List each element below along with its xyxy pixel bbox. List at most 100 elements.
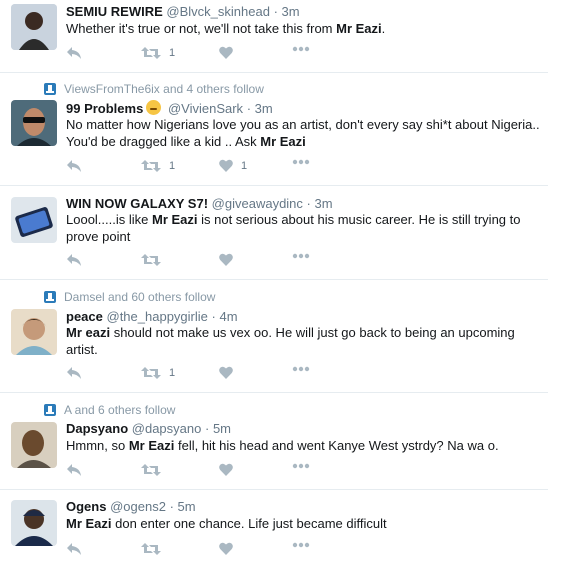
reply-icon bbox=[66, 253, 82, 267]
more-icon bbox=[292, 463, 310, 469]
tweet-header: Ogens @ogens2 · 5m bbox=[66, 499, 196, 514]
more-icon bbox=[292, 253, 310, 259]
timestamp[interactable]: 5m bbox=[213, 421, 231, 436]
sad-face-emoji-icon bbox=[146, 100, 162, 115]
timestamp[interactable]: 5m bbox=[178, 499, 196, 514]
reply-icon bbox=[66, 46, 82, 60]
handle[interactable]: @VivienSark bbox=[168, 101, 243, 116]
reply-icon bbox=[66, 366, 82, 380]
tweet-header: WIN NOW GALAXY S7! @giveawaydinc · 3m bbox=[66, 196, 333, 211]
timestamp[interactable]: 3m bbox=[282, 4, 300, 19]
retweet-button[interactable] bbox=[141, 463, 161, 477]
like-button[interactable] bbox=[219, 46, 233, 59]
retweet-button[interactable]: 1 bbox=[141, 46, 175, 60]
separator: · bbox=[306, 196, 311, 211]
tweet-text: No matter how Nigerians love you as an a… bbox=[66, 116, 546, 150]
follow-context[interactable]: ViewsFromThe6ix and 4 others follow bbox=[44, 82, 264, 96]
retweet-count: 1 bbox=[169, 47, 176, 59]
handle[interactable]: @giveawaydinc bbox=[212, 196, 303, 211]
handle[interactable]: @dapsyano bbox=[132, 421, 202, 436]
search-term-highlight: Mr Eazi bbox=[336, 21, 382, 36]
display-name[interactable]: Ogens bbox=[66, 499, 106, 514]
display-name[interactable]: 99 Problems bbox=[66, 101, 143, 116]
tweet-text: Hmmn, so Mr Eazi fell, hit his head and … bbox=[66, 437, 546, 454]
tweet-text: Mr Eazi don enter one chance. Life just … bbox=[66, 515, 546, 532]
avatar[interactable] bbox=[11, 100, 57, 146]
handle[interactable]: @Blvck_skinhead bbox=[166, 4, 270, 19]
avatar[interactable] bbox=[11, 500, 57, 546]
follow-context[interactable]: Damsel and 60 others follow bbox=[44, 290, 215, 304]
tweet-header: SEMIU REWIRE @Blvck_skinhead · 3m bbox=[66, 4, 300, 19]
retweet-icon bbox=[141, 542, 161, 556]
more-icon bbox=[292, 159, 310, 165]
tweet[interactable]: ViewsFromThe6ix and 4 others follow 99 P… bbox=[0, 72, 548, 186]
tweet[interactable]: Ogens @ogens2 · 5m Mr Eazi don enter one… bbox=[0, 489, 548, 564]
tweet-text-part: don enter one chance. Life just became d… bbox=[111, 516, 387, 531]
search-term-highlight: Mr eazi bbox=[66, 325, 111, 340]
like-button[interactable] bbox=[219, 542, 233, 555]
reply-button[interactable] bbox=[66, 542, 82, 556]
avatar[interactable] bbox=[11, 309, 57, 355]
timestamp[interactable]: 3m bbox=[315, 196, 333, 211]
tweet-header: Dapsyano @dapsyano · 5m bbox=[66, 421, 231, 436]
tweet[interactable]: A and 6 others follow Dapsyano @dapsyano… bbox=[0, 392, 548, 490]
more-button[interactable] bbox=[292, 46, 310, 52]
tweet-text-part: Loool.....is like bbox=[66, 212, 152, 227]
heart-icon bbox=[219, 253, 233, 266]
retweet-button[interactable]: 1 bbox=[141, 159, 175, 173]
more-icon bbox=[292, 542, 310, 548]
more-button[interactable] bbox=[292, 463, 310, 469]
like-button[interactable] bbox=[219, 253, 233, 266]
reply-button[interactable] bbox=[66, 46, 82, 60]
display-name[interactable]: SEMIU REWIRE bbox=[66, 4, 163, 19]
tweet-header: 99 Problems @VivienSark · 3m bbox=[66, 100, 273, 116]
reply-button[interactable] bbox=[66, 463, 82, 477]
reply-button[interactable] bbox=[66, 253, 82, 267]
separator: · bbox=[211, 309, 216, 324]
search-term-highlight: Mr Eazi bbox=[66, 516, 112, 531]
display-name[interactable]: WIN NOW GALAXY S7! bbox=[66, 196, 208, 211]
handle[interactable]: @ogens2 bbox=[110, 499, 166, 514]
avatar[interactable] bbox=[11, 422, 57, 468]
tweet[interactable]: SEMIU REWIRE @Blvck_skinhead · 3m Whethe… bbox=[0, 0, 548, 73]
timestamp[interactable]: 4m bbox=[219, 309, 237, 324]
avatar[interactable] bbox=[11, 4, 57, 50]
tweet-actions bbox=[66, 542, 326, 558]
search-term-highlight: Mr Eazi bbox=[152, 212, 198, 227]
like-button[interactable] bbox=[219, 463, 233, 476]
tweet-text-part: Hmmn, so bbox=[66, 438, 129, 453]
search-term-highlight: Mr Eazi bbox=[128, 438, 175, 453]
tweet[interactable]: WIN NOW GALAXY S7! @giveawaydinc · 3m Lo… bbox=[0, 185, 548, 280]
more-button[interactable] bbox=[292, 159, 310, 165]
retweet-icon bbox=[141, 366, 161, 380]
retweet-icon bbox=[141, 253, 161, 267]
timestamp[interactable]: 3m bbox=[255, 101, 273, 116]
avatar[interactable] bbox=[11, 197, 57, 243]
follow-context-text: ViewsFromThe6ix and 4 others follow bbox=[64, 82, 264, 96]
more-button[interactable] bbox=[292, 366, 310, 372]
tweet-text-part: Whether it's true or not, we'll not take… bbox=[66, 21, 337, 36]
follow-icon bbox=[44, 83, 56, 95]
retweet-icon bbox=[141, 159, 161, 173]
handle[interactable]: @the_happygirlie bbox=[107, 309, 208, 324]
like-button[interactable] bbox=[219, 366, 233, 379]
separator: · bbox=[273, 4, 278, 19]
like-button[interactable]: 1 bbox=[219, 159, 247, 172]
reply-icon bbox=[66, 159, 82, 173]
retweet-button[interactable] bbox=[141, 253, 161, 267]
reply-button[interactable] bbox=[66, 366, 82, 380]
display-name[interactable]: Dapsyano bbox=[66, 421, 128, 436]
more-icon bbox=[292, 366, 310, 372]
heart-icon bbox=[219, 463, 233, 476]
retweet-count: 1 bbox=[169, 160, 176, 172]
retweet-button[interactable]: 1 bbox=[141, 366, 175, 380]
display-name[interactable]: peace bbox=[66, 309, 103, 324]
reply-button[interactable] bbox=[66, 159, 82, 173]
tweet[interactable]: Damsel and 60 others follow peace @the_h… bbox=[0, 279, 548, 393]
more-button[interactable] bbox=[292, 542, 310, 548]
more-button[interactable] bbox=[292, 253, 310, 259]
follow-context-text: A and 6 others follow bbox=[64, 403, 176, 417]
follow-context[interactable]: A and 6 others follow bbox=[44, 403, 175, 417]
tweet-text-part: fell, hit his head and went Kanye West y… bbox=[174, 438, 499, 453]
retweet-button[interactable] bbox=[141, 542, 161, 556]
